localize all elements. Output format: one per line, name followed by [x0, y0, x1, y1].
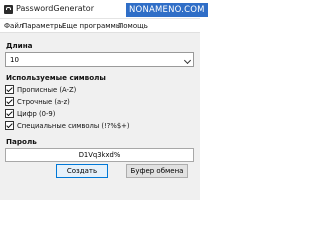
checkbox-label: Цифр (0-9) — [17, 110, 56, 118]
password-label: Пароль — [6, 137, 37, 146]
length-label: Длина — [6, 41, 33, 50]
chevron-down-icon — [183, 56, 192, 65]
checkmark-icon[interactable] — [5, 97, 14, 106]
watermark: NONAMENO.COM — [126, 3, 208, 17]
checkbox-label: Специальные символы (!?%$+) — [17, 122, 130, 130]
menu-file[interactable]: Файл — [4, 22, 23, 30]
length-select[interactable]: 10 — [5, 52, 194, 67]
menu-bar: Файл Параметры Еще программы Помощь — [0, 19, 200, 33]
create-button[interactable]: Создать — [56, 164, 108, 178]
checkbox-label: Строчные (a-z) — [17, 98, 70, 106]
menu-settings[interactable]: Параметры — [22, 22, 64, 30]
checkmark-icon[interactable] — [5, 109, 14, 118]
length-value: 10 — [10, 56, 19, 64]
lock-icon — [4, 5, 13, 14]
checkbox-label: Прописные (A-Z) — [17, 86, 77, 94]
symbols-label: Используемые символы — [6, 73, 106, 82]
clipboard-button[interactable]: Буфер обмена — [126, 164, 188, 178]
menu-more-programs[interactable]: Еще программы — [62, 22, 121, 30]
title-bar: PasswordGenerator NONAMENO.COM — [0, 0, 208, 19]
password-output[interactable]: D1Vq3kxd% — [5, 148, 194, 162]
app-window: PasswordGenerator NONAMENO.COM Файл Пара… — [0, 0, 208, 200]
checkmark-icon[interactable] — [5, 85, 14, 94]
window-title: PasswordGenerator — [16, 4, 94, 13]
menu-help[interactable]: Помощь — [118, 22, 148, 30]
checkmark-icon[interactable] — [5, 121, 14, 130]
